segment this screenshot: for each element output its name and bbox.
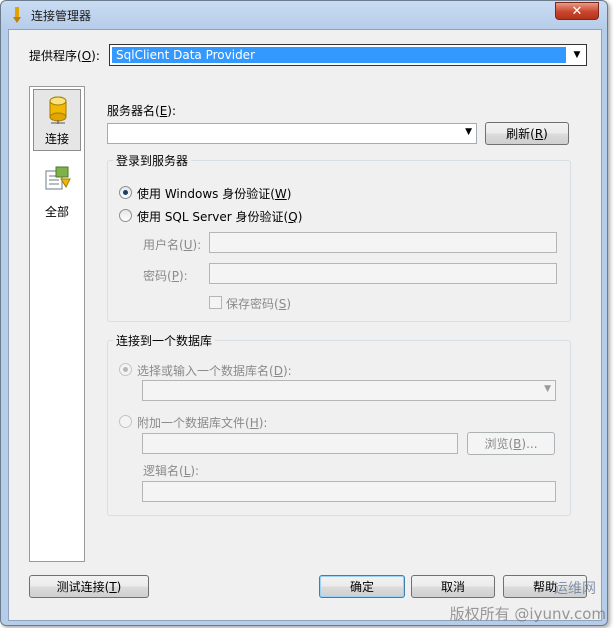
connection-manager-dialog: 连接管理器 ✕ 提供程序(O): SqlClient Data Provider… — [0, 0, 608, 626]
nav-item-label: 全部 — [44, 205, 69, 219]
close-icon: ✕ — [571, 3, 583, 19]
dialog-client-area: 提供程序(O): SqlClient Data Provider ▼ 连接 全部… — [8, 29, 602, 621]
chevron-down-icon[interactable]: ▼ — [465, 127, 472, 137]
select-database-radio[interactable] — [119, 363, 132, 376]
nav-item-label: 连接 — [44, 132, 69, 146]
nav-item-all[interactable]: 全部 — [33, 161, 81, 223]
connection-settings-panel: 服务器名(E): ▼ 刷新(R) 登录到服务器 使用 Windows 身份验证(… — [105, 86, 585, 518]
test-connection-button[interactable]: 测试连接(T) — [29, 575, 149, 598]
database-file-field[interactable] — [142, 433, 458, 454]
provider-label: 提供程序(O): — [29, 49, 100, 63]
save-password-label: 保存密码(S) — [226, 297, 291, 311]
page-navigation-panel: 连接 全部 — [29, 86, 85, 562]
close-button[interactable]: ✕ — [555, 2, 599, 20]
watermark-line2: 版权所有 @iyunv.com — [449, 605, 606, 623]
window-title: 连接管理器 — [31, 9, 92, 23]
title-bar: 连接管理器 ✕ — [1, 1, 607, 29]
properties-list-icon — [45, 166, 71, 190]
cancel-button[interactable]: 取消 — [411, 575, 495, 598]
watermark-line1: 运维网 — [554, 581, 596, 597]
sql-auth-radio[interactable] — [119, 209, 132, 222]
logical-name-label: 逻辑名(L): — [143, 464, 200, 478]
sql-auth-label: 使用 SQL Server 身份验证(Q) — [137, 210, 303, 224]
password-field[interactable] — [209, 263, 557, 284]
database-app-icon — [13, 7, 21, 23]
database-name-combobox[interactable]: ▼ — [142, 380, 556, 401]
server-name-combobox[interactable]: ▼ — [107, 123, 477, 144]
save-password-checkbox[interactable] — [209, 296, 222, 309]
provider-dropdown[interactable]: SqlClient Data Provider ▼ — [109, 44, 587, 66]
logical-name-field[interactable] — [142, 481, 556, 502]
chevron-down-icon[interactable]: ▼ — [544, 384, 551, 394]
windows-auth-label: 使用 Windows 身份验证(W) — [137, 187, 292, 201]
database-cylinder-icon — [49, 96, 67, 124]
username-label: 用户名(U): — [143, 238, 202, 252]
chevron-down-icon[interactable]: ▼ — [568, 45, 586, 65]
provider-selected-value: SqlClient Data Provider — [112, 47, 566, 63]
attach-file-radio[interactable] — [119, 415, 132, 428]
watermark: 运维网 版权所有 @iyunv.com — [449, 581, 606, 624]
select-database-label: 选择或输入一个数据库名(D): — [137, 364, 292, 378]
nav-item-connection[interactable]: 连接 — [33, 89, 81, 151]
server-name-label: 服务器名(E): — [107, 104, 177, 118]
username-field[interactable] — [209, 232, 557, 253]
login-group-title: 登录到服务器 — [113, 152, 192, 169]
ok-button[interactable]: 确定 — [319, 575, 405, 598]
browse-button[interactable]: 浏览(B)... — [467, 432, 555, 455]
refresh-button[interactable]: 刷新(R) — [485, 122, 569, 145]
windows-auth-radio[interactable] — [119, 186, 132, 199]
attach-file-label: 附加一个数据库文件(H): — [137, 416, 268, 430]
database-group-title: 连接到一个数据库 — [113, 332, 216, 349]
password-label: 密码(P): — [143, 269, 188, 283]
